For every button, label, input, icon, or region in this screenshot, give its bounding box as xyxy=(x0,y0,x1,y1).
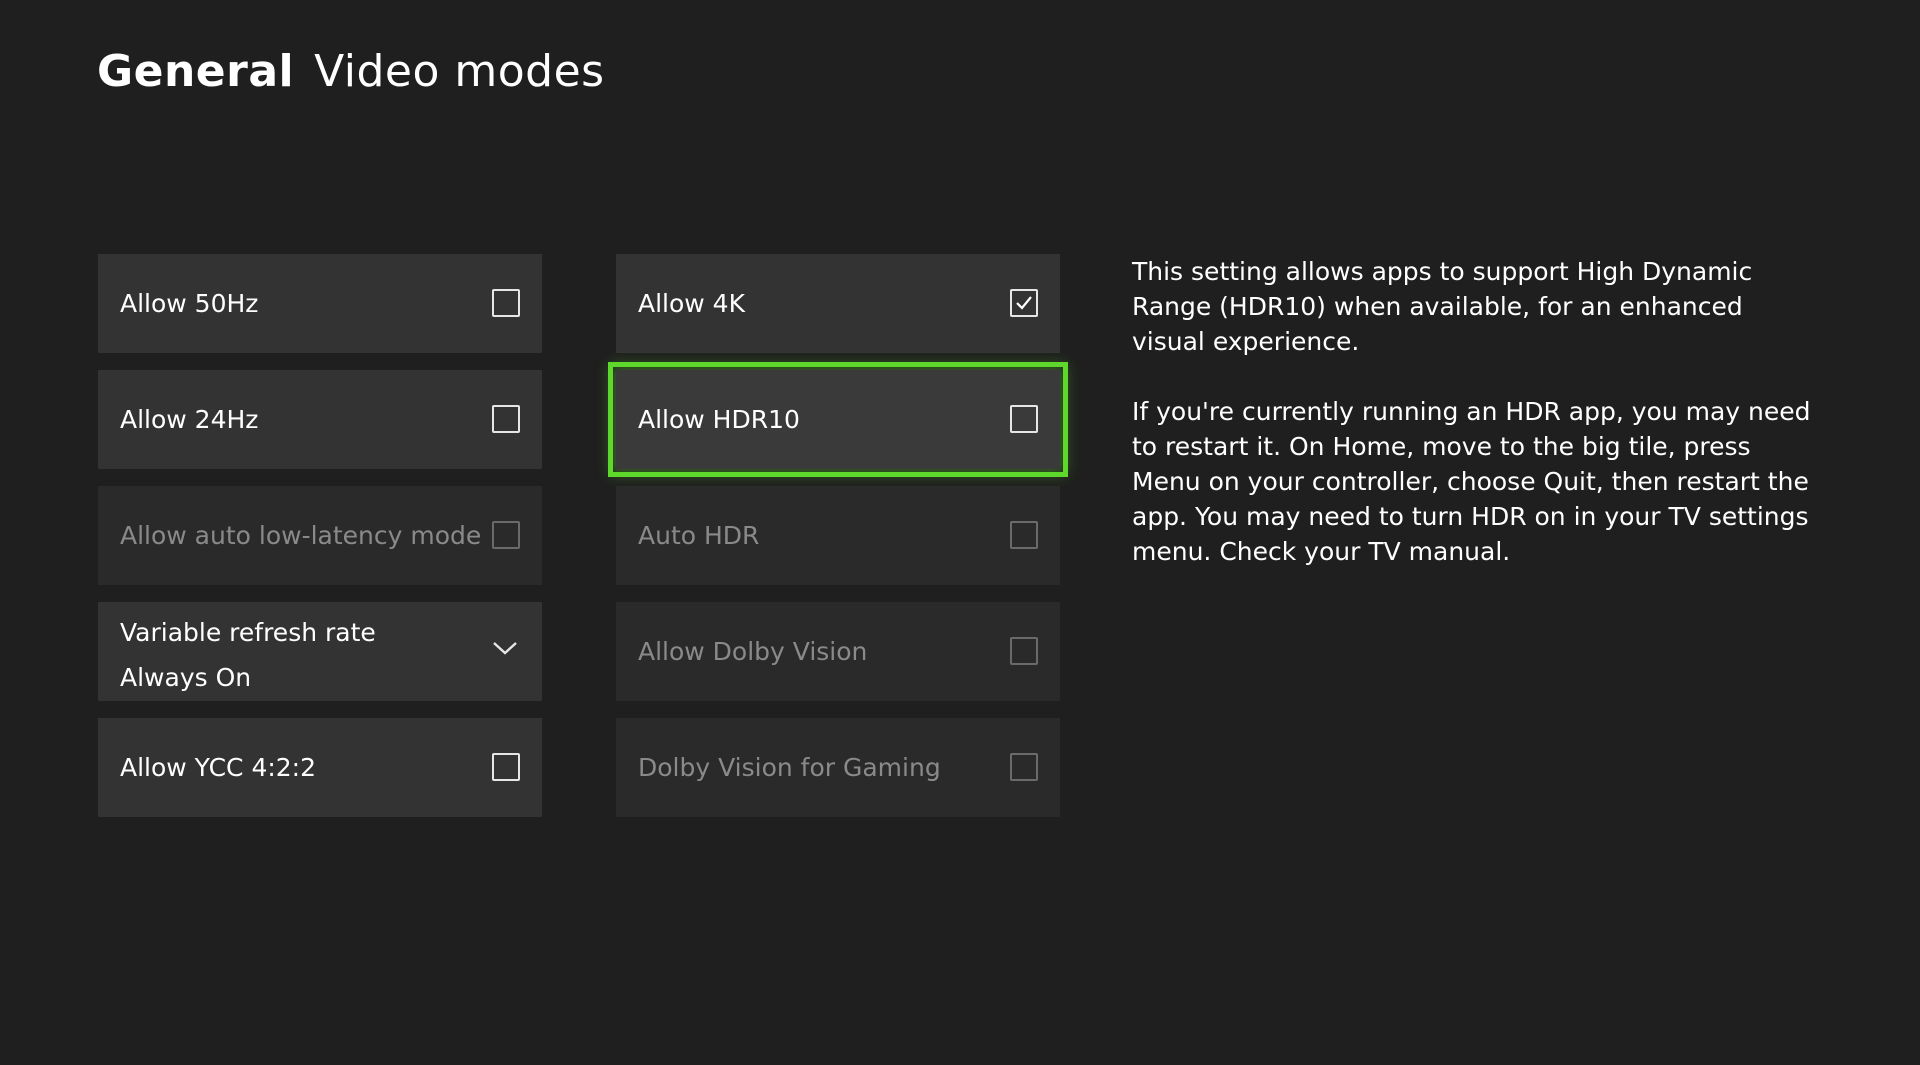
allow-50hz-label: Allow 50Hz xyxy=(120,289,259,318)
checkmark-icon xyxy=(1016,296,1032,310)
allow-50hz-toggle[interactable]: Allow 50Hz xyxy=(98,254,542,353)
description-paragraph: This setting allows apps to support High… xyxy=(1132,257,1753,356)
description-paragraph: If you're currently running an HDR app, … xyxy=(1132,397,1811,566)
dolby-vision-gaming-label: Dolby Vision for Gaming xyxy=(638,753,941,782)
checkbox-icon[interactable] xyxy=(492,753,520,781)
auto-hdr-toggle: Auto HDR xyxy=(616,486,1060,585)
checkbox-icon xyxy=(1010,637,1038,665)
checkbox-icon[interactable] xyxy=(1010,405,1038,433)
allow-4k-label: Allow 4K xyxy=(638,289,745,318)
allow-auto-low-latency-label: Allow auto low-latency mode xyxy=(120,521,482,550)
allow-24hz-label: Allow 24Hz xyxy=(120,405,259,434)
allow-ycc-422-label: Allow YCC 4:2:2 xyxy=(120,753,317,782)
allow-24hz-toggle[interactable]: Allow 24Hz xyxy=(98,370,542,469)
settings-column-middle: Allow 4K Allow HDR10 Auto HDR Allow Dolb… xyxy=(608,254,1068,834)
allow-hdr10-toggle[interactable]: Allow HDR10 xyxy=(608,362,1068,477)
allow-dolby-vision-toggle: Allow Dolby Vision xyxy=(616,602,1060,701)
chevron-down-icon xyxy=(492,640,518,660)
variable-refresh-rate-dropdown[interactable]: Variable refresh rate Always On xyxy=(98,602,542,701)
allow-4k-toggle[interactable]: Allow 4K xyxy=(616,254,1060,353)
allow-ycc-422-toggle[interactable]: Allow YCC 4:2:2 xyxy=(98,718,542,817)
allow-auto-low-latency-toggle: Allow auto low-latency mode xyxy=(98,486,542,585)
checkbox-icon xyxy=(492,521,520,549)
setting-description: This setting allows apps to support High… xyxy=(1132,254,1812,604)
allow-dolby-vision-label: Allow Dolby Vision xyxy=(638,637,868,666)
checkbox-icon xyxy=(1010,521,1038,549)
settings-column-left: Allow 50Hz Allow 24Hz Allow auto low-lat… xyxy=(98,254,542,834)
variable-refresh-rate-value: Always On xyxy=(120,663,252,692)
auto-hdr-label: Auto HDR xyxy=(638,521,760,550)
checkbox-icon[interactable] xyxy=(492,405,520,433)
checkbox-icon xyxy=(1010,753,1038,781)
checkbox-icon[interactable] xyxy=(492,289,520,317)
variable-refresh-rate-label: Variable refresh rate xyxy=(120,618,376,647)
dolby-vision-gaming-toggle: Dolby Vision for Gaming xyxy=(616,718,1060,817)
allow-hdr10-label: Allow HDR10 xyxy=(638,405,800,434)
checkbox-icon[interactable] xyxy=(1010,289,1038,317)
page-header: General Video modes xyxy=(97,46,605,97)
page-title: Video modes xyxy=(314,46,605,97)
section-title: General xyxy=(97,46,295,97)
